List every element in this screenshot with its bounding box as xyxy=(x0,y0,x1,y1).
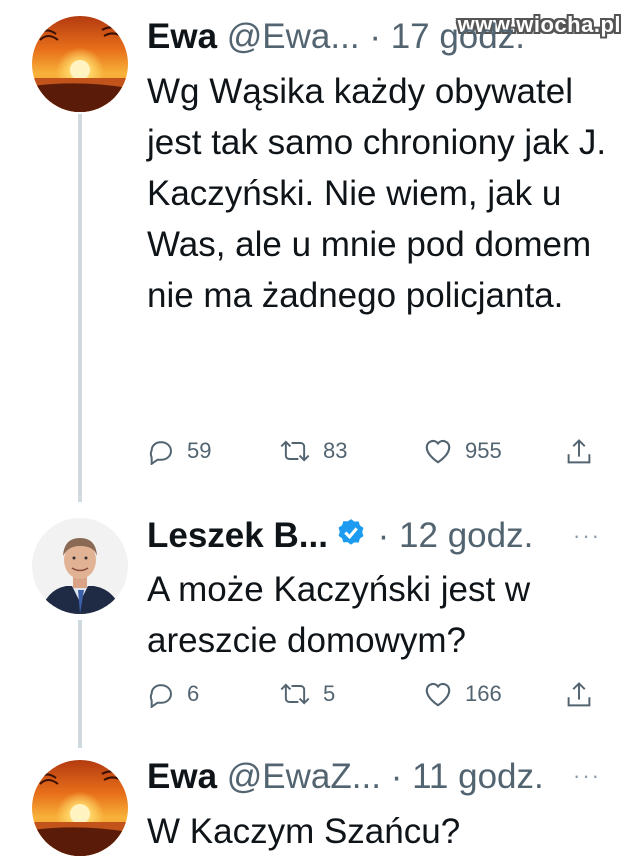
like-count: 166 xyxy=(465,681,502,706)
sunset-avatar-icon xyxy=(32,16,128,112)
timestamp[interactable]: · 17 godz. xyxy=(369,17,525,56)
sunset-avatar-icon xyxy=(32,760,128,856)
author-handle[interactable]: @Ewa... xyxy=(227,17,360,56)
retweet-count: 83 xyxy=(323,438,348,463)
like-count: 955 xyxy=(465,438,502,463)
tweet-text: Wg Wąsika każdy obywatel jest tak samo c… xyxy=(147,72,607,315)
share-button[interactable] xyxy=(565,437,593,467)
tweet-header: Ewa @EwaZ... · 11 godz. xyxy=(147,757,544,797)
retweet-count: 5 xyxy=(323,681,336,706)
retweet-button[interactable]: 5 xyxy=(279,680,335,708)
tweet-2[interactable]: Leszek B... · 12 godz. ··· A może Kaczyń… xyxy=(0,500,635,748)
verified-badge-icon xyxy=(338,519,364,545)
tweet-text: W Kaczym Szańcu? xyxy=(147,812,461,851)
reply-icon xyxy=(149,441,172,465)
reply-count: 59 xyxy=(187,438,212,463)
author-name[interactable]: Ewa xyxy=(147,757,217,796)
tweet-header: Ewa @Ewa... · 17 godz. xyxy=(147,17,525,57)
reply-button[interactable]: 6 xyxy=(147,680,199,708)
avatar[interactable] xyxy=(32,518,128,614)
retweet-icon xyxy=(280,440,310,462)
author-name[interactable]: Ewa xyxy=(147,17,217,56)
thread-line xyxy=(78,620,82,748)
retweet-icon xyxy=(280,683,310,705)
tweet-3[interactable]: Ewa @EwaZ... · 11 godz. ··· W Kaczym Sza… xyxy=(0,740,635,868)
timestamp[interactable]: · 12 godz. xyxy=(378,516,534,555)
heart-icon xyxy=(425,682,451,707)
timestamp[interactable]: · 11 godz. xyxy=(391,757,544,796)
more-options-button[interactable]: ··· xyxy=(573,525,601,547)
author-handle[interactable]: @EwaZ... xyxy=(227,757,381,796)
share-icon xyxy=(567,682,591,707)
action-bar: 6 5 166 xyxy=(147,680,607,716)
thread-line xyxy=(78,114,82,502)
tweet-1[interactable]: Ewa @Ewa... · 17 godz. Wg Wąsika każdy o… xyxy=(0,0,635,502)
share-icon xyxy=(567,439,591,464)
author-name[interactable]: Leszek B... xyxy=(147,516,328,555)
action-bar: 59 83 955 xyxy=(147,437,607,473)
avatar[interactable] xyxy=(32,760,128,856)
avatar[interactable] xyxy=(32,16,128,112)
more-options-button[interactable]: ··· xyxy=(573,765,601,787)
tweet-header: Leszek B... · 12 godz. xyxy=(147,516,533,556)
heart-icon xyxy=(425,439,451,464)
portrait-avatar-icon xyxy=(32,518,128,614)
tweet-text: A może Kaczyński jest w areszcie domowym… xyxy=(147,570,531,660)
reply-button[interactable]: 59 xyxy=(147,437,211,465)
reply-count: 6 xyxy=(187,681,200,706)
reply-icon xyxy=(149,684,172,708)
like-button[interactable]: 955 xyxy=(423,437,502,465)
like-button[interactable]: 166 xyxy=(423,680,502,708)
share-button[interactable] xyxy=(565,680,593,710)
retweet-button[interactable]: 83 xyxy=(279,437,347,465)
